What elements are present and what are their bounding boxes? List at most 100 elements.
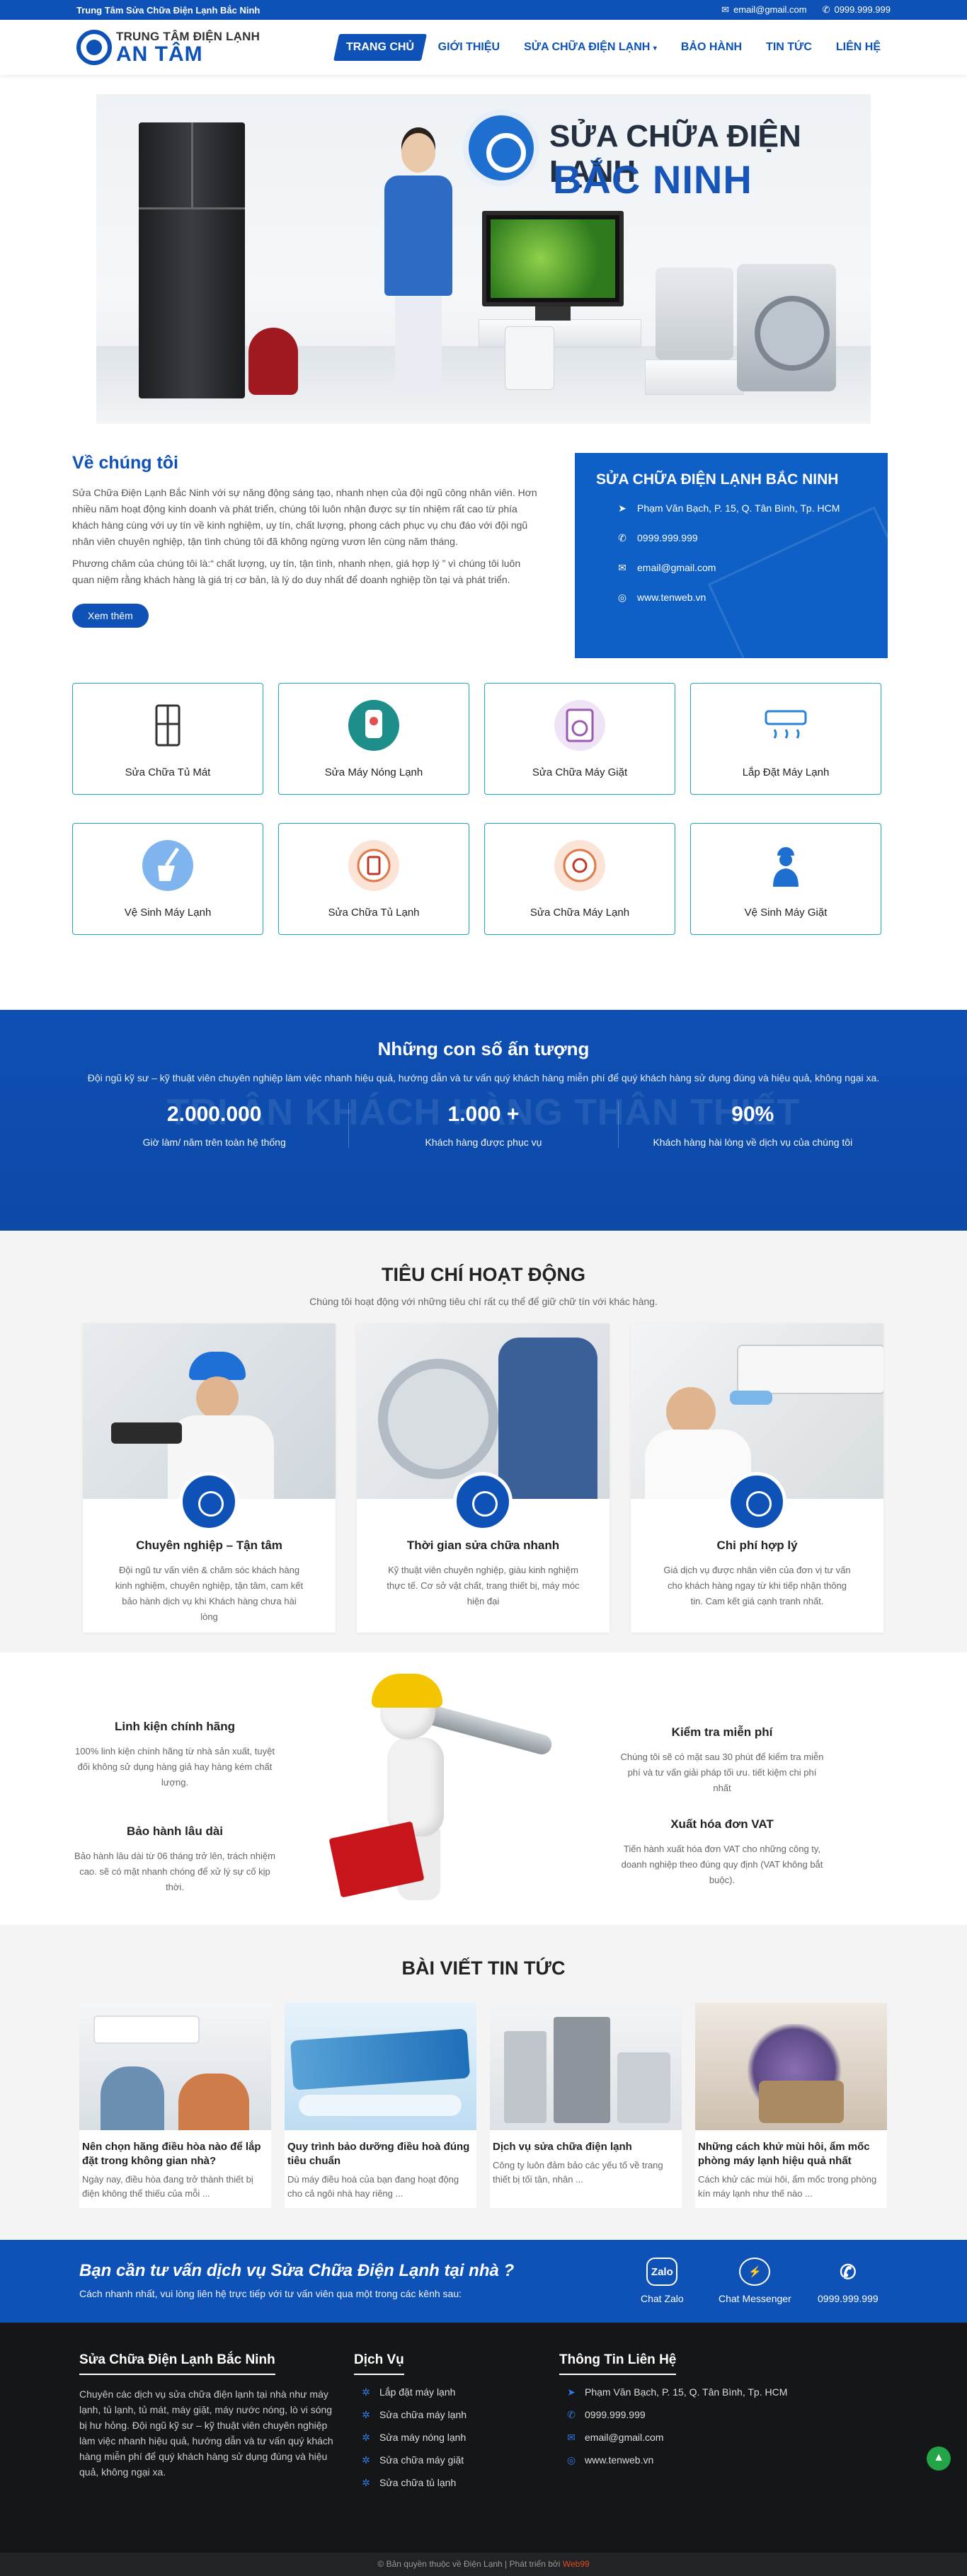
footer-service-label: Sửa chữa máy giặt: [379, 2454, 464, 2466]
service-card[interactable]: Sửa Máy Nóng Lạnh: [278, 683, 469, 795]
criteria-subtitle: Chúng tôi hoạt động với những tiêu chí r…: [309, 1296, 658, 1307]
developer-link[interactable]: Web99: [563, 2559, 590, 2569]
news-section: BÀI VIẾT TIN TỨC Nên chọn hãng điều hòa …: [0, 1925, 967, 2240]
nav-warranty[interactable]: BẢO HÀNH: [671, 34, 752, 61]
post-title[interactable]: Nên chọn hãng điều hòa nào để lắp đặt tr…: [79, 2130, 271, 2168]
mascot-illustration: [288, 1652, 612, 1925]
service-card[interactable]: Sửa Chữa Tủ Lạnh: [278, 823, 469, 935]
nav-contact[interactable]: LIÊN HỆ: [826, 34, 891, 61]
feature-title: Bảo hành lâu dài: [126, 1824, 224, 1838]
post-thumbnail[interactable]: [490, 2003, 682, 2130]
logo-line2: AN TÂM: [116, 42, 203, 66]
read-more-button[interactable]: Xem thêm: [72, 604, 149, 628]
call-phone-button[interactable]: ✆ 0999.999.999: [818, 2258, 879, 2305]
tv-stand: [535, 306, 571, 321]
site-logo[interactable]: TRUNG TÂM ĐIỆN LẠNH AN TÂM: [76, 30, 260, 65]
service-label: Vệ Sinh Máy Lạnh: [124, 906, 212, 919]
cleaning-icon: [142, 839, 193, 891]
tools-badge-icon: [463, 110, 539, 186]
footer-service-link[interactable]: ✲ Sửa chữa tủ lạnh: [361, 2477, 538, 2489]
scroll-to-top-button[interactable]: ▲: [927, 2446, 951, 2471]
nav-news[interactable]: TIN TỨC: [756, 34, 822, 61]
footer-about-text: Chuyên các dịch vụ sửa chữa điện lạnh tạ…: [79, 2388, 333, 2478]
top-phone[interactable]: ✆ 0999.999.999: [823, 4, 891, 16]
post-thumbnail[interactable]: [79, 2003, 271, 2130]
chat-zalo-button[interactable]: Zalo Chat Zalo: [641, 2258, 684, 2304]
footer-service-link[interactable]: ✲ Lắp đặt máy lạnh: [361, 2386, 538, 2398]
messenger-icon: ⚡: [739, 2258, 771, 2286]
footer-email-text: email@gmail.com: [585, 2432, 664, 2443]
pedestal-2: [645, 360, 744, 395]
post-title[interactable]: Những cách khử mùi hôi, ẩm mốc phòng máy…: [695, 2130, 887, 2168]
nav-repair[interactable]: SỬA CHỮA ĐIỆN LẠNH ▾: [514, 34, 667, 61]
post-thumbnail[interactable]: [285, 2003, 476, 2130]
gear-icon: ✲: [362, 2386, 370, 2398]
contact-email[interactable]: ✉ email@gmail.com: [617, 562, 866, 574]
stat-caption: Khách hàng được phục vụ: [425, 1137, 542, 1148]
news-post[interactable]: Những cách khử mùi hôi, ẩm mốc phòng máy…: [695, 2003, 887, 2208]
contact-address-text: Phạm Văn Bạch, P. 15, Q. Tân Bình, Tp. H…: [637, 502, 840, 514]
news-post[interactable]: Nên chọn hãng điều hòa nào để lắp đặt tr…: [79, 2003, 271, 2208]
footer-about: Sửa Chữa Điện Lạnh Bắc Ninh Chuyên các d…: [79, 2352, 341, 2480]
post-excerpt: Ngày nay, điều hòa đang trở thành thiết …: [82, 2174, 253, 2199]
service-label: Sửa Chữa Tủ Lạnh: [328, 906, 420, 919]
footer-service-link[interactable]: ✲ Sửa chữa máy giặt: [361, 2454, 538, 2466]
service-card[interactable]: Sửa Chữa Tủ Mát: [72, 683, 263, 795]
phone-icon: ✆: [822, 4, 830, 15]
service-card[interactable]: Lắp Đặt Máy Lạnh: [690, 683, 881, 795]
footer-website[interactable]: ◎ www.tenweb.vn: [566, 2454, 828, 2466]
services-grid: Sửa Chữa Tủ Mát Sửa Máy Nóng Lạnh Sửa Ch…: [72, 683, 886, 935]
vacuum-image: [248, 328, 298, 395]
service-label: Sửa Chữa Tủ Mát: [125, 766, 211, 778]
chat-messenger-button[interactable]: ⚡ Chat Messenger: [719, 2258, 791, 2304]
gear-icon: ✲: [362, 2432, 370, 2443]
service-card[interactable]: Vệ Sinh Máy Lạnh: [72, 823, 263, 935]
service-card[interactable]: Sửa Chữa Máy Giặt: [484, 683, 675, 795]
footer-service-label: Sửa chữa tủ lạnh: [379, 2477, 457, 2488]
feature-title: Xuất hóa đơn VAT: [670, 1817, 774, 1831]
ac-repair-icon: [554, 839, 605, 891]
cta-subtitle: Cách nhanh nhất, vui lòng liên hệ trực t…: [79, 2288, 462, 2299]
feature-item: Linh kiện chính hãng 100% linh kiện chín…: [72, 1720, 277, 1790]
stat-value: 2.000.000: [166, 1103, 262, 1126]
nav-home[interactable]: TRANG CHỦ: [333, 34, 427, 61]
fridge-image: [139, 122, 245, 398]
gear-icon: ✲: [362, 2409, 370, 2420]
feature-item: Kiểm tra miễn phí Chúng tôi sẽ có mặt sa…: [619, 1725, 825, 1796]
top-phone-text: 0999.999.999: [834, 4, 891, 15]
news-post[interactable]: Dịch vụ sửa chữa điện lạnh Công ty luôn …: [490, 2003, 682, 2208]
gear-icon: ✲: [362, 2477, 370, 2488]
stat-caption: Giờ làm/ năm trên toàn hệ thống: [142, 1137, 286, 1148]
service-label: Sửa Máy Nóng Lạnh: [324, 766, 423, 778]
technician-icon: [760, 840, 811, 891]
chevron-down-icon: ▾: [653, 45, 657, 52]
footer-service-link[interactable]: ✲ Sửa chữa máy lạnh: [361, 2409, 538, 2421]
footer-contact-title: Thông Tin Liên Hệ: [559, 2352, 677, 2375]
contact-phone[interactable]: ✆ 0999.999.999: [617, 532, 866, 544]
stat-item: 2.000.000 Giờ làm/ năm trên toàn hệ thốn…: [80, 1103, 348, 1148]
post-title[interactable]: Dịch vụ sửa chữa điện lạnh: [490, 2130, 682, 2154]
footer-email[interactable]: ✉ email@gmail.com: [566, 2432, 828, 2444]
post-title[interactable]: Quy trình bảo dưỡng điều hoà đúng tiêu c…: [285, 2130, 476, 2168]
nav-about[interactable]: GIỚI THIỆU: [428, 34, 510, 61]
footer-phone[interactable]: ✆ 0999.999.999: [566, 2409, 828, 2421]
stats-subtitle: Đội ngũ kỹ sư – kỹ thuật viên chuyên ngh…: [87, 1072, 880, 1083]
top-email[interactable]: ✉ email@gmail.com: [721, 4, 806, 16]
service-card[interactable]: Sửa Chữa Máy Lạnh: [484, 823, 675, 935]
mail-icon: ✉: [721, 4, 730, 15]
mail-icon: ✉: [618, 562, 626, 573]
stats-title: Những con số ấn tượng: [377, 1038, 590, 1059]
feature-text: 100% linh kiện chính hãng từ nhà sản xuấ…: [75, 1746, 275, 1788]
service-card[interactable]: Vệ Sinh Máy Giặt: [690, 823, 881, 935]
site-footer: Sửa Chữa Điện Lạnh Bắc Ninh Chuyên các d…: [0, 2323, 967, 2553]
footer-service-link[interactable]: ✲ Sửa máy nóng lạnh: [361, 2432, 538, 2444]
criteria-title: TIÊU CHÍ HOẠT ĐỘNG: [382, 1264, 585, 1285]
footer-website-text: www.tenweb.vn: [585, 2454, 654, 2466]
fridge-icon: [142, 700, 193, 751]
post-thumbnail[interactable]: [695, 2003, 887, 2130]
about-paragraph-2: Phương châm của chúng tôi là:“ chất lượn…: [72, 558, 521, 585]
post-excerpt: Cách khử các mùi hôi, ẩm mốc trong phòng…: [698, 2174, 877, 2199]
news-post[interactable]: Quy trình bảo dưỡng điều hoà đúng tiêu c…: [285, 2003, 476, 2208]
contact-website[interactable]: ◎ www.tenweb.vn: [617, 592, 866, 604]
contact-phone-text: 0999.999.999: [637, 532, 698, 544]
